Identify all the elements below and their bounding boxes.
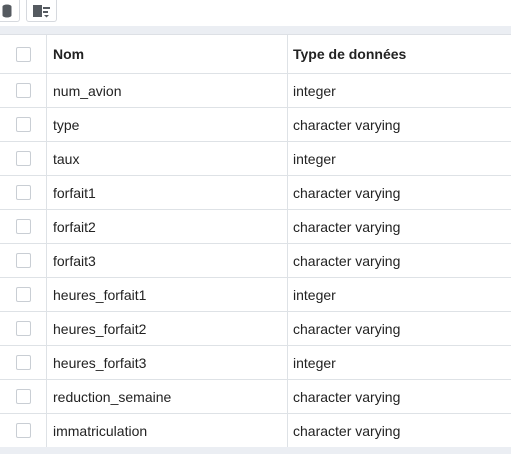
- row-checkbox[interactable]: [15, 423, 31, 438]
- row-checkbox[interactable]: [15, 117, 31, 132]
- table-row[interactable]: reduction_semaine character varying: [0, 380, 511, 414]
- table-row[interactable]: forfait1 character varying: [0, 176, 511, 210]
- column-name: forfait1: [47, 176, 288, 209]
- column-data-type: character varying: [293, 388, 401, 405]
- column-list-dropdown-icon: [32, 4, 50, 17]
- row-check-cell: [0, 142, 47, 175]
- row-checkbox[interactable]: [15, 151, 31, 166]
- column-name: heures_forfait3: [47, 346, 288, 379]
- table-header: Nom Type de données: [0, 35, 511, 74]
- table-row[interactable]: heures_forfait1 integer: [0, 278, 511, 312]
- row-check-cell: [0, 74, 47, 107]
- row-checkbox[interactable]: [15, 253, 31, 268]
- row-checkbox[interactable]: [15, 83, 31, 98]
- column-name: forfait2: [47, 210, 288, 243]
- row-check-cell: [0, 244, 47, 277]
- row-checkbox[interactable]: [15, 321, 31, 336]
- column-name: taux: [47, 142, 288, 175]
- toolbar: [0, 0, 511, 26]
- toolbar-separator: [0, 26, 511, 35]
- column-options-button[interactable]: [26, 0, 57, 22]
- database-icon: [2, 4, 12, 17]
- database-button[interactable]: [0, 0, 20, 22]
- table-row[interactable]: forfait3 character varying: [0, 244, 511, 278]
- column-data-type: character varying: [293, 320, 401, 337]
- columns-table: Nom Type de données num_avion integer type…: [0, 35, 511, 448]
- column-name: heures_forfait2: [47, 312, 288, 345]
- row-check-cell: [0, 210, 47, 243]
- header-type[interactable]: Type de données: [288, 35, 511, 73]
- row-checkbox[interactable]: [15, 287, 31, 302]
- header-check-cell: [0, 35, 47, 73]
- row-check-cell: [0, 176, 47, 209]
- column-data-type: integer: [293, 286, 336, 303]
- column-data-type: character varying: [293, 116, 401, 133]
- header-name[interactable]: Nom: [47, 35, 288, 73]
- column-name: num_avion: [47, 74, 288, 107]
- column-name: forfait3: [47, 244, 288, 277]
- row-check-cell: [0, 312, 47, 345]
- table-row[interactable]: num_avion integer: [0, 74, 511, 108]
- column-name: reduction_semaine: [47, 380, 288, 413]
- row-checkbox[interactable]: [15, 389, 31, 404]
- column-name: immatriculation: [47, 414, 288, 447]
- column-data-type: integer: [293, 82, 336, 99]
- column-data-type: integer: [293, 354, 336, 371]
- row-check-cell: [0, 278, 47, 311]
- column-data-type: character varying: [293, 422, 401, 439]
- table-row[interactable]: immatriculation character varying: [0, 414, 511, 448]
- column-data-type: character varying: [293, 218, 401, 235]
- column-data-type: character varying: [293, 252, 401, 269]
- row-check-cell: [0, 108, 47, 141]
- table-row[interactable]: forfait2 character varying: [0, 210, 511, 244]
- table-row[interactable]: heures_forfait2 character varying: [0, 312, 511, 346]
- table-row[interactable]: taux integer: [0, 142, 511, 176]
- row-checkbox[interactable]: [15, 219, 31, 234]
- row-checkbox[interactable]: [15, 355, 31, 370]
- row-checkbox[interactable]: [15, 185, 31, 200]
- row-check-cell: [0, 346, 47, 379]
- column-name: type: [47, 108, 288, 141]
- table-row[interactable]: heures_forfait3 integer: [0, 346, 511, 380]
- bottom-scroll-area: [0, 447, 511, 454]
- row-check-cell: [0, 414, 47, 447]
- row-check-cell: [0, 380, 47, 413]
- column-data-type: character varying: [293, 184, 401, 201]
- column-data-type: integer: [293, 150, 336, 167]
- select-all-checkbox[interactable]: [15, 46, 31, 62]
- table-row[interactable]: type character varying: [0, 108, 511, 142]
- column-name: heures_forfait1: [47, 278, 288, 311]
